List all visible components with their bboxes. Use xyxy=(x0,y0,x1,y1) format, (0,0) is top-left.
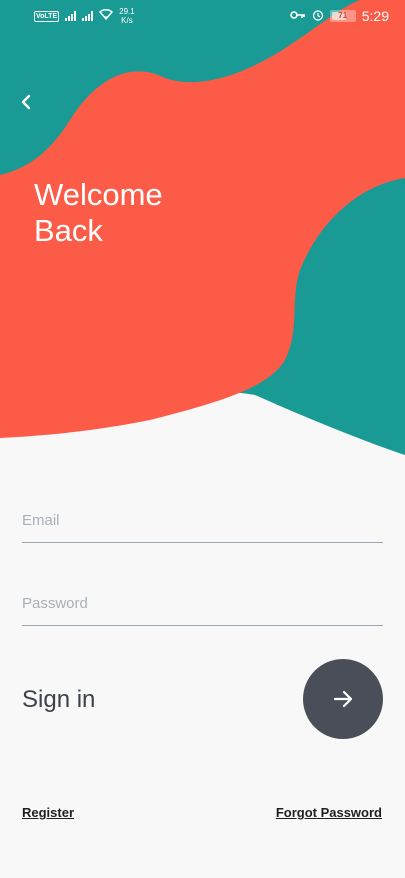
password-field[interactable] xyxy=(22,582,383,626)
alarm-icon xyxy=(312,9,324,24)
arrow-right-icon xyxy=(333,690,353,708)
battery-level: 71 xyxy=(338,11,348,20)
forgot-password-link[interactable]: Forgot Password xyxy=(276,805,382,820)
status-right: 71 5:29 xyxy=(289,8,389,24)
battery-icon: 71 xyxy=(329,10,356,22)
network-speed: 29.1 K/s xyxy=(119,7,135,25)
network-speed-value: 29.1 xyxy=(119,7,135,16)
network-speed-unit: K/s xyxy=(121,16,133,25)
status-left: VoLTE 29.1 K/s xyxy=(34,7,135,25)
chevron-left-icon xyxy=(21,94,31,110)
status-time: 5:29 xyxy=(361,8,389,24)
wifi-icon xyxy=(99,9,114,23)
signin-label: Sign in xyxy=(22,686,96,713)
status-bar: VoLTE 29.1 K/s 71 5:29 xyxy=(0,0,405,32)
page-title: Welcome Back xyxy=(34,177,163,248)
email-field[interactable] xyxy=(22,499,383,543)
register-link[interactable]: Register xyxy=(22,805,74,820)
back-button[interactable] xyxy=(12,88,40,116)
key-icon xyxy=(289,10,306,23)
signin-button[interactable] xyxy=(303,659,383,739)
signal-icon xyxy=(82,11,94,21)
signal-icon xyxy=(65,11,77,21)
volte-icon: VoLTE xyxy=(34,10,60,22)
